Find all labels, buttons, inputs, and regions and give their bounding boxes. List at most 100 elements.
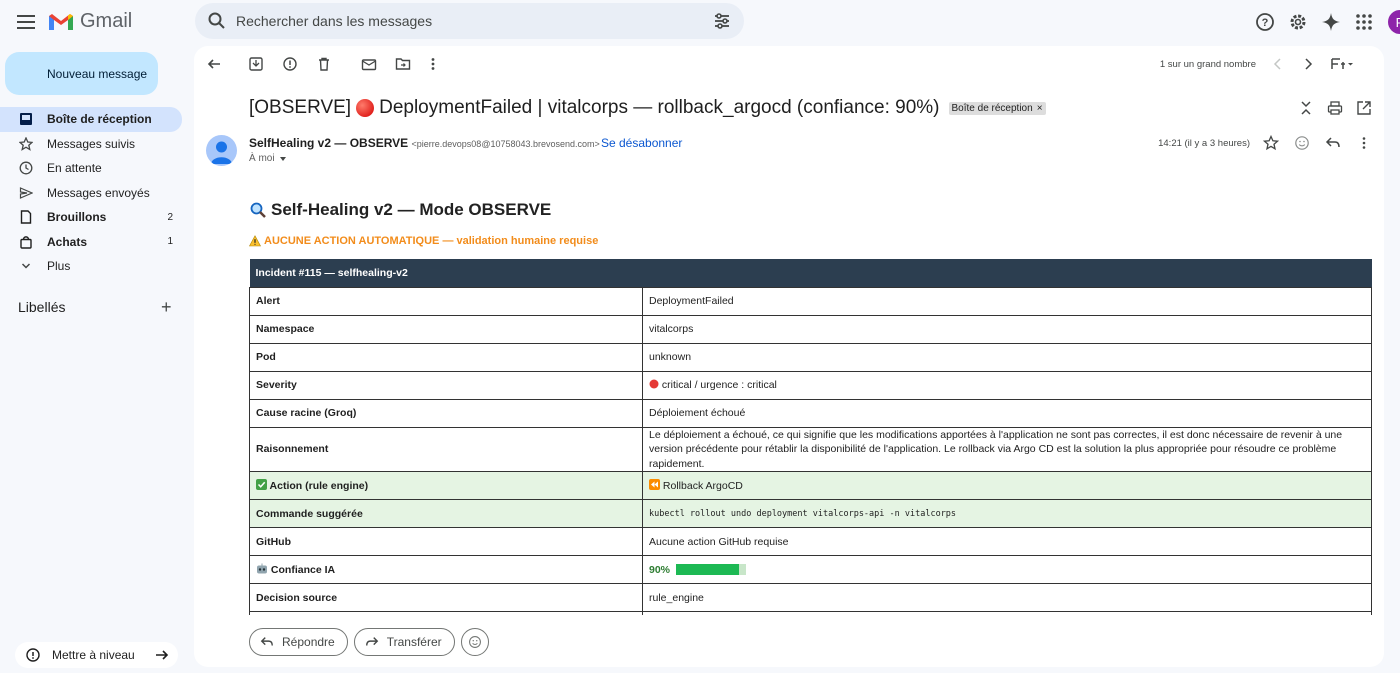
shopping-bag-icon bbox=[20, 235, 32, 249]
sidebar-item-count: 1 bbox=[167, 236, 173, 248]
confidence-bar-fill bbox=[675, 564, 739, 576]
more-vertical-icon[interactable] bbox=[425, 56, 441, 72]
back-arrow-icon[interactable] bbox=[206, 56, 222, 72]
row-value-severity: critical / urgence : critical bbox=[642, 370, 1372, 400]
sidebar-item-drafts[interactable]: Brouillons 2 bbox=[0, 205, 185, 230]
search-bar[interactable]: Rechercher dans les messages bbox=[195, 3, 744, 39]
table-row: Severity critical / urgence : critical bbox=[249, 370, 1372, 400]
account-avatar[interactable]: P bbox=[1388, 10, 1400, 34]
report-spam-icon[interactable] bbox=[282, 56, 298, 72]
reply-button[interactable]: Répondre bbox=[249, 628, 348, 656]
forward-button[interactable]: Transférer bbox=[353, 628, 455, 656]
unsubscribe-link[interactable]: Se désabonner bbox=[601, 136, 682, 150]
inbox-icon bbox=[20, 113, 32, 125]
recipient-label: À moi bbox=[249, 153, 275, 164]
settings-gear-icon[interactable] bbox=[1286, 10, 1310, 34]
sidebar-item-snoozed[interactable]: En attente bbox=[0, 156, 185, 181]
row-key-action: Action (rule engine) bbox=[249, 471, 643, 500]
table-header: Incident #115 — selfhealing-v2 bbox=[249, 259, 1372, 287]
incident-table: Incident #115 — selfhealing-v2 Alert Dep… bbox=[249, 259, 1372, 615]
star-icon[interactable] bbox=[1263, 135, 1279, 151]
gemini-sparkle-icon[interactable] bbox=[1319, 10, 1343, 34]
red-circle-icon bbox=[356, 99, 375, 117]
chevron-down-icon bbox=[21, 263, 31, 269]
emoji-reaction-icon[interactable] bbox=[1294, 135, 1310, 151]
row-value: Déploiement échoué bbox=[642, 398, 1372, 428]
table-row: Cause racine (Groq) Déploiement échoué bbox=[249, 398, 1372, 428]
upgrade-button[interactable]: Mettre à niveau bbox=[15, 642, 178, 668]
gmail-logo[interactable]: Gmail bbox=[48, 10, 132, 33]
emoji-reaction-button[interactable] bbox=[460, 628, 489, 656]
chip-label: Boîte de réception bbox=[951, 102, 1033, 114]
row-key: Alert bbox=[249, 286, 643, 316]
body-title: Self-Healing v2 — Mode OBSERVE bbox=[249, 200, 551, 220]
top-right-icons: ? P bbox=[1244, 10, 1400, 34]
archive-icon[interactable] bbox=[248, 56, 264, 72]
sidebar-item-more[interactable]: Plus bbox=[0, 254, 185, 279]
row-key: Severity bbox=[249, 370, 643, 400]
apps-grid-icon[interactable] bbox=[1352, 10, 1376, 34]
row-value: Aucune action GitHub requise bbox=[642, 527, 1372, 556]
sidebar-item-inbox[interactable]: Boîte de réception bbox=[0, 107, 182, 132]
caret-down-icon bbox=[279, 156, 286, 161]
labels-heading: Libellés bbox=[18, 299, 66, 315]
close-icon[interactable]: × bbox=[1037, 103, 1043, 114]
add-label-icon[interactable]: + bbox=[161, 298, 172, 316]
help-icon[interactable]: ? bbox=[1253, 10, 1277, 34]
collapse-all-icon[interactable] bbox=[1298, 100, 1314, 116]
chevron-left-icon[interactable] bbox=[1270, 56, 1286, 72]
sidebar-item-sent[interactable]: Messages envoyés bbox=[0, 181, 185, 206]
sender-email: <pierre.devops08@10758043.brevosend.com> bbox=[411, 139, 600, 149]
sidebar-item-label: Achats bbox=[47, 234, 88, 249]
svg-text:?: ? bbox=[1262, 17, 1269, 29]
search-icon[interactable] bbox=[207, 11, 227, 31]
forward-label: Transférer bbox=[386, 635, 442, 649]
sender-name[interactable]: SelfHealing v2 — OBSERVE bbox=[249, 136, 408, 150]
app-name: Gmail bbox=[80, 10, 133, 32]
sidebar-item-label: En attente bbox=[47, 161, 102, 176]
input-tools-icon[interactable] bbox=[1330, 56, 1354, 72]
email-subject: [OBSERVE] DeploymentFailed | vitalcorps … bbox=[249, 97, 1046, 119]
more-vertical-icon[interactable] bbox=[1356, 135, 1372, 151]
sidebar-item-starred[interactable]: Messages suivis bbox=[0, 132, 185, 157]
mark-unread-icon[interactable] bbox=[361, 56, 377, 72]
chevron-right-icon[interactable] bbox=[1300, 56, 1316, 72]
search-filters-icon[interactable] bbox=[712, 11, 732, 31]
sidebar-item-label: Messages suivis bbox=[47, 136, 136, 151]
table-row: Action (rule engine) Rollback ArgoCD bbox=[249, 471, 1372, 500]
row-value: rule_engine bbox=[642, 583, 1372, 612]
sidebar-item-label: Boîte de réception bbox=[47, 112, 152, 127]
row-key: Action (rule engine) bbox=[269, 480, 369, 492]
body-title-text: Self-Healing v2 — Mode OBSERVE bbox=[271, 200, 552, 219]
row-key: Commande suggérée bbox=[249, 499, 643, 528]
recipient-toggle[interactable]: À moi bbox=[249, 153, 287, 164]
table-row bbox=[249, 611, 1372, 615]
check-mark-icon bbox=[256, 479, 267, 490]
subject-prefix: [OBSERVE] bbox=[249, 97, 352, 118]
row-key: Namespace bbox=[249, 314, 643, 344]
row-value: Le déploiement a échoué, ce qui signifie… bbox=[642, 426, 1372, 472]
compose-button[interactable]: Nouveau message bbox=[5, 52, 158, 95]
subject-text: DeploymentFailed | vitalcorps — rollback… bbox=[379, 97, 940, 118]
table-row: Raisonnement Le déploiement a échoué, ce… bbox=[249, 426, 1372, 472]
inbox-label-chip[interactable]: Boîte de réception × bbox=[948, 101, 1046, 115]
row-value-action: Rollback ArgoCD bbox=[642, 471, 1372, 500]
row-key: Confiance IA bbox=[270, 564, 336, 576]
open-new-window-icon[interactable] bbox=[1356, 100, 1372, 116]
move-to-folder-icon[interactable] bbox=[395, 56, 411, 72]
sender-avatar[interactable] bbox=[206, 135, 237, 166]
sidebar-item-purchases[interactable]: Achats 1 bbox=[0, 230, 185, 255]
search-input[interactable]: Rechercher dans les messages bbox=[236, 13, 432, 29]
reply-icon[interactable] bbox=[1325, 135, 1341, 151]
warning-banner: AUCUNE ACTION AUTOMATIQUE — validation h… bbox=[249, 235, 598, 247]
row-value: DeploymentFailed bbox=[642, 286, 1372, 316]
main-menu-icon[interactable] bbox=[14, 10, 38, 34]
row-value-command: kubectl rollout undo deployment vitalcor… bbox=[642, 499, 1372, 528]
delete-trash-icon[interactable] bbox=[316, 56, 332, 72]
row-value: Rollback ArgoCD bbox=[662, 480, 743, 492]
magnifier-icon bbox=[250, 202, 266, 218]
upgrade-label: Mettre à niveau bbox=[52, 648, 135, 662]
sidebar-item-label: Plus bbox=[47, 259, 71, 274]
top-bar: Gmail Rechercher dans les messages ? P bbox=[0, 0, 1400, 44]
print-icon[interactable] bbox=[1327, 100, 1343, 116]
